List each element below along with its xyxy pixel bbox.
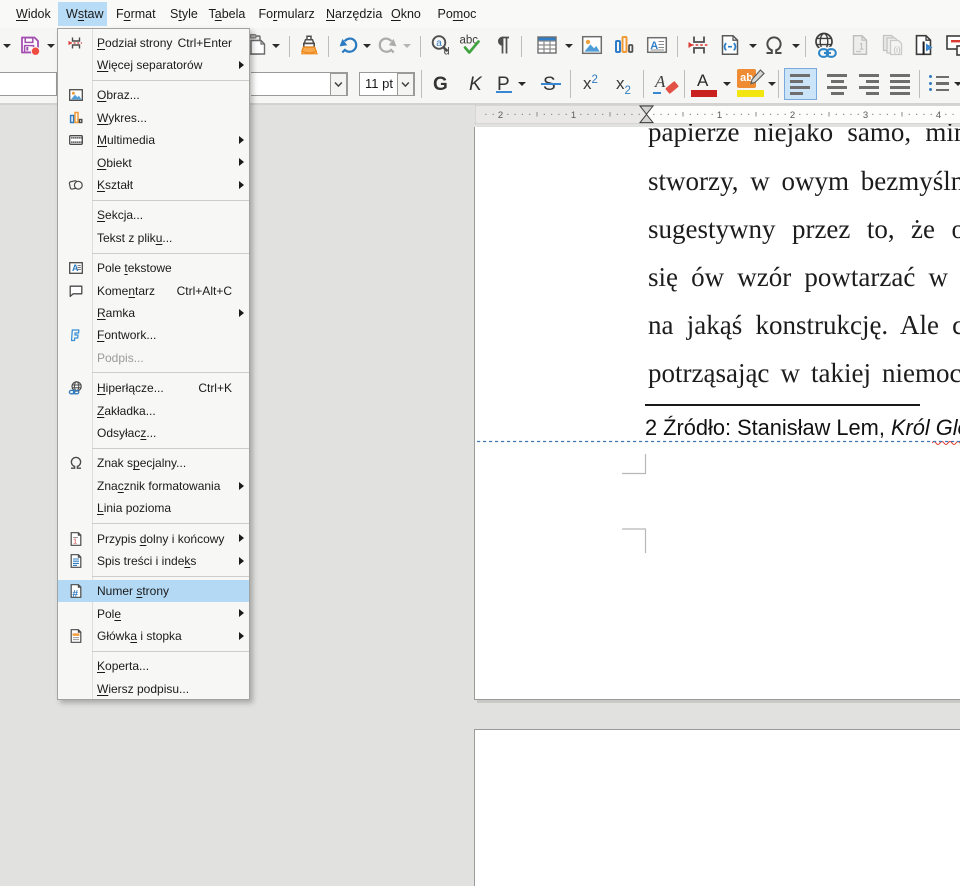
svg-text:1: 1 — [717, 110, 722, 121]
svg-text:#: # — [72, 588, 78, 599]
svg-text:1: 1 — [571, 110, 576, 121]
svg-text:4: 4 — [936, 110, 941, 121]
svg-text:2: 2 — [498, 110, 503, 121]
svg-text:2: 2 — [790, 110, 795, 121]
svg-text:3: 3 — [863, 110, 868, 121]
